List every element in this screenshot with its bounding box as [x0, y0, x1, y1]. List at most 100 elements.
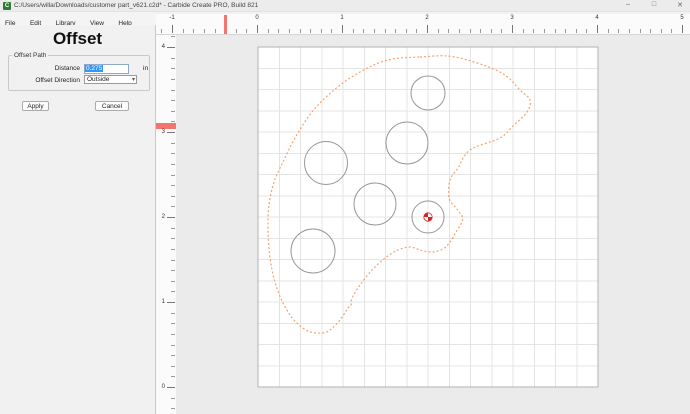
ruler-tick	[235, 29, 237, 33]
app-icon: C	[3, 2, 11, 10]
ruler-tick	[171, 238, 175, 240]
ruler-tick	[171, 259, 175, 261]
ruler-tick	[660, 29, 662, 33]
ruler-tick	[352, 29, 354, 33]
ruler-tick	[575, 29, 577, 33]
ruler-tick	[171, 408, 175, 410]
ruler-tick	[172, 25, 173, 33]
cursor-position-marker-x	[224, 15, 227, 34]
ruler-tick	[639, 29, 641, 33]
distance-input[interactable]: 0.275	[84, 64, 129, 74]
ruler-label: 3	[161, 129, 165, 135]
ruler-tick	[342, 25, 343, 33]
ruler-label: 2	[425, 15, 429, 21]
offset-path-group-label: Offset Path	[12, 52, 49, 59]
ruler-label: 2	[161, 214, 165, 220]
cancel-button[interactable]: Cancel	[95, 101, 129, 111]
ruler-tick	[171, 270, 175, 272]
ruler-tick	[373, 29, 375, 33]
ruler-tick	[171, 153, 175, 155]
ruler-tick	[586, 29, 588, 33]
ruler-tick	[171, 89, 175, 91]
ruler-tick	[395, 29, 397, 33]
window-title: C:/Users/willa/Downloads/customer part_v…	[14, 2, 259, 9]
panel-title: Offset	[52, 29, 103, 48]
ruler-tick	[193, 29, 195, 33]
ruler-tick	[171, 185, 175, 187]
ruler-tick	[171, 376, 175, 378]
offset-panel: Offset Offset Path Distance 0.275 in Off…	[0, 25, 156, 414]
ruler-tick	[171, 110, 175, 112]
horizontal-ruler: -1 0 1 2 3 4 5	[156, 14, 690, 35]
vertical-ruler: 0 1 2 3 4	[156, 35, 176, 414]
ruler-tick	[167, 217, 175, 218]
apply-button[interactable]: Apply	[22, 101, 49, 111]
ruler-tick	[671, 29, 673, 33]
ruler-tick	[363, 29, 365, 33]
ruler-tick	[171, 333, 175, 335]
ruler-tick	[427, 25, 428, 33]
ruler-tick	[171, 312, 175, 314]
ruler-label: 1	[340, 15, 344, 21]
ruler-tick	[607, 29, 609, 33]
canvas-svg	[257, 46, 599, 388]
design-canvas[interactable]	[176, 35, 690, 414]
ruler-tick	[480, 29, 482, 33]
ruler-tick	[437, 29, 439, 33]
ruler-tick	[171, 323, 175, 325]
ruler-tick	[246, 29, 248, 33]
ruler-tick	[171, 78, 175, 80]
ruler-label: 4	[161, 44, 165, 50]
ruler-label: 0	[255, 15, 259, 21]
ruler-tick	[167, 47, 175, 48]
distance-unit: in	[143, 65, 149, 72]
ruler-tick	[543, 29, 545, 33]
ruler-tick	[299, 29, 301, 33]
ruler-tick	[458, 29, 460, 33]
ruler-label: 4	[595, 15, 599, 21]
offset-direction-select[interactable]: Outside ▾	[84, 75, 137, 84]
ruler-tick	[448, 29, 450, 33]
ruler-tick	[565, 29, 567, 33]
offset-direction-value: Outside	[87, 76, 110, 83]
ruler-tick	[171, 355, 175, 357]
ruler-tick	[171, 344, 175, 346]
ruler-tick	[650, 29, 652, 33]
ruler-tick	[171, 142, 175, 144]
maximize-button[interactable]: □	[648, 1, 660, 8]
ruler-tick	[469, 29, 471, 33]
ruler-tick	[171, 248, 175, 250]
ruler-tick	[167, 132, 175, 133]
minimize-button[interactable]: –	[622, 1, 634, 8]
ruler-tick	[171, 291, 175, 293]
distance-value: 0.275	[85, 65, 104, 72]
ruler-tick	[171, 280, 175, 282]
ruler-tick	[267, 29, 269, 33]
ruler-tick	[171, 227, 175, 229]
ruler-tick	[171, 195, 175, 197]
ruler-tick	[171, 206, 175, 208]
ruler-tick	[167, 387, 175, 388]
title-bar: C C:/Users/willa/Downloads/customer part…	[0, 0, 690, 12]
ruler-label: -1	[169, 15, 175, 21]
ruler-tick	[501, 29, 503, 33]
ruler-tick	[257, 25, 258, 33]
ruler-tick	[331, 29, 333, 33]
ruler-tick	[310, 29, 312, 33]
ruler-tick	[522, 29, 524, 33]
ruler-label: 1	[161, 299, 165, 305]
ruler-tick	[171, 397, 175, 399]
menu-bar: File Edit Library View Help	[0, 12, 156, 27]
ruler-label: 5	[680, 15, 684, 21]
cursor-position-marker-y	[156, 123, 176, 129]
close-button[interactable]: ✕	[674, 1, 686, 9]
ruler-tick	[682, 25, 683, 33]
ruler-tick	[161, 29, 163, 33]
ruler-tick	[405, 29, 407, 33]
ruler-tick	[167, 302, 175, 303]
ruler-tick	[618, 29, 620, 33]
ruler-tick	[554, 29, 556, 33]
ruler-tick	[214, 29, 216, 33]
ruler-tick	[203, 29, 205, 33]
ruler-tick	[416, 29, 418, 33]
